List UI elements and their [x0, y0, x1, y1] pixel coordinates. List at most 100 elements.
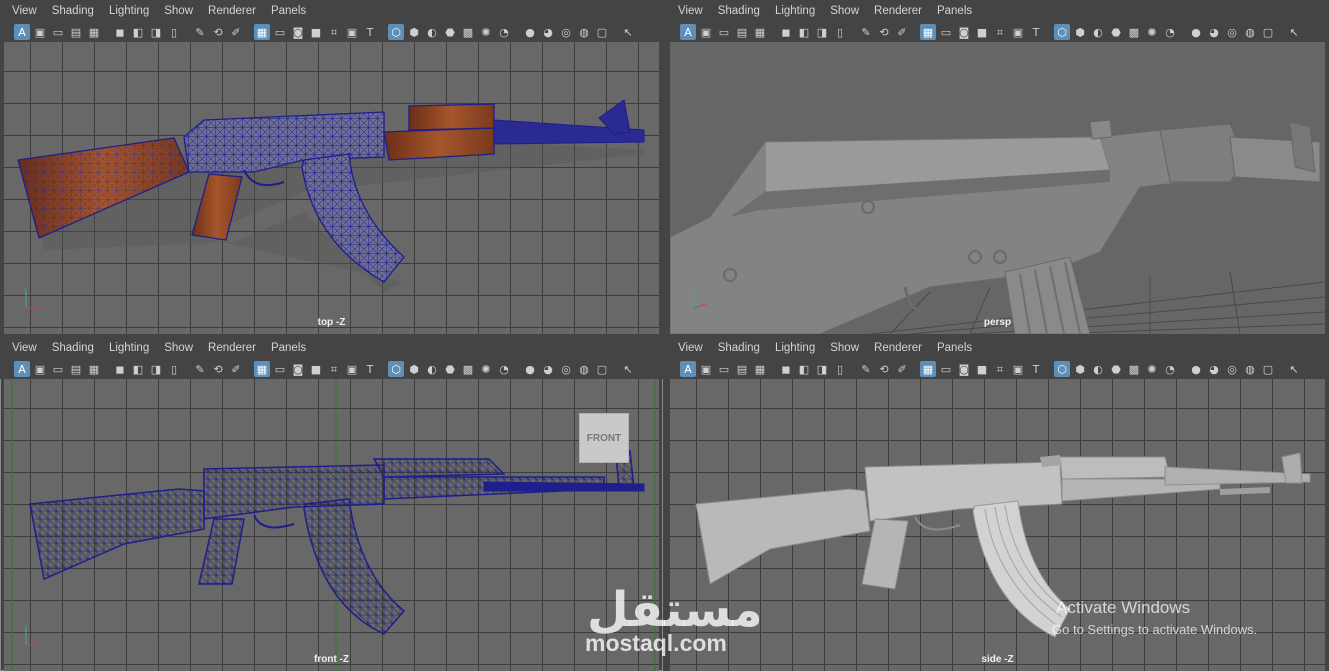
- camera-attributes-icon[interactable]: ▣: [698, 24, 714, 40]
- select-camera-icon[interactable]: A: [14, 361, 30, 377]
- wireframe-on-shaded-icon[interactable]: ⬣: [1108, 24, 1124, 40]
- bookmark-icon[interactable]: ▭: [716, 361, 732, 377]
- field-chart-icon[interactable]: ✎: [192, 361, 208, 377]
- menu-panels[interactable]: Panels: [937, 342, 972, 354]
- gate-mask-icon[interactable]: ■: [308, 361, 324, 377]
- motion-blur-icon[interactable]: ◕: [1206, 361, 1222, 377]
- gate-mask-icon[interactable]: ■: [974, 24, 990, 40]
- resolution-gate-toggle-icon[interactable]: ◙: [956, 361, 972, 377]
- wireframe-on-shaded-icon[interactable]: ⬣: [1108, 361, 1124, 377]
- safe-title-icon[interactable]: ✐: [228, 361, 244, 377]
- resolution-gate-icon[interactable]: ▯: [832, 361, 848, 377]
- menu-view[interactable]: View: [12, 5, 37, 17]
- depth-of-field-icon[interactable]: ◍: [576, 24, 592, 40]
- xray-icon[interactable]: ▩: [460, 24, 476, 40]
- default-material-icon[interactable]: ◐: [1090, 24, 1106, 40]
- safe-title-icon[interactable]: ✐: [894, 361, 910, 377]
- film-gate-toggle-icon[interactable]: ▭: [938, 361, 954, 377]
- menu-shading[interactable]: Shading: [718, 5, 760, 17]
- camera-attributes-icon[interactable]: ▣: [32, 361, 48, 377]
- smooth-shade-icon[interactable]: ⬢: [406, 361, 422, 377]
- resolution-gate-toggle-icon[interactable]: ◙: [290, 24, 306, 40]
- film-gate-icon[interactable]: ◨: [814, 361, 830, 377]
- film-gate-icon[interactable]: ◨: [148, 361, 164, 377]
- viewport-canvas[interactable]: persp: [670, 42, 1325, 334]
- ambient-occlusion-icon[interactable]: ●: [522, 361, 538, 377]
- viewport-front[interactable]: View Shading Lighting Show Renderer Pane…: [0, 337, 663, 671]
- camera-attributes-icon[interactable]: ▣: [32, 24, 48, 40]
- menu-renderer[interactable]: Renderer: [208, 342, 256, 354]
- default-material-icon[interactable]: ◐: [424, 361, 440, 377]
- menu-show[interactable]: Show: [830, 5, 859, 17]
- select-camera-icon[interactable]: A: [680, 361, 696, 377]
- gate-mask-icon[interactable]: ■: [308, 24, 324, 40]
- camera-icon[interactable]: ◼: [778, 24, 794, 40]
- pointer-icon[interactable]: ↖: [1286, 24, 1302, 40]
- lights-icon[interactable]: ✺: [478, 361, 494, 377]
- anti-aliasing-icon[interactable]: ◎: [558, 24, 574, 40]
- menu-show[interactable]: Show: [830, 342, 859, 354]
- ambient-occlusion-icon[interactable]: ●: [1188, 361, 1204, 377]
- anti-aliasing-icon[interactable]: ◎: [1224, 361, 1240, 377]
- menu-panels[interactable]: Panels: [271, 5, 306, 17]
- isolate-select-icon[interactable]: ▢: [1260, 24, 1276, 40]
- smooth-shade-icon[interactable]: ⬢: [1072, 24, 1088, 40]
- resolution-gate-icon[interactable]: ▯: [166, 24, 182, 40]
- shadows-icon[interactable]: ◔: [496, 361, 512, 377]
- pointer-icon[interactable]: ↖: [620, 361, 636, 377]
- view-cube[interactable]: FRONT: [579, 413, 629, 463]
- safe-title-toggle-icon[interactable]: T: [1028, 361, 1044, 377]
- wireframe-icon[interactable]: ⬡: [1054, 361, 1070, 377]
- safe-title-icon[interactable]: ✐: [228, 24, 244, 40]
- resolution-gate-toggle-icon[interactable]: ◙: [956, 24, 972, 40]
- menu-shading[interactable]: Shading: [52, 5, 94, 17]
- isolate-select-icon[interactable]: ▢: [1260, 361, 1276, 377]
- image-plane-icon[interactable]: ▤: [734, 361, 750, 377]
- 2d-pan-zoom-icon[interactable]: ▦: [86, 24, 102, 40]
- bookmark-icon[interactable]: ▭: [716, 24, 732, 40]
- wireframe-on-shaded-icon[interactable]: ⬣: [442, 24, 458, 40]
- image-plane-icon[interactable]: ▤: [68, 361, 84, 377]
- wireframe-icon[interactable]: ⬡: [388, 24, 404, 40]
- shadows-icon[interactable]: ◔: [1162, 361, 1178, 377]
- pointer-icon[interactable]: ↖: [620, 24, 636, 40]
- field-chart-toggle-icon[interactable]: ⌗: [326, 24, 342, 40]
- safe-action-toggle-icon[interactable]: ▣: [344, 24, 360, 40]
- menu-shading[interactable]: Shading: [52, 342, 94, 354]
- resolution-gate-icon[interactable]: ▯: [166, 361, 182, 377]
- film-gate-toggle-icon[interactable]: ▭: [272, 24, 288, 40]
- ambient-occlusion-icon[interactable]: ●: [522, 24, 538, 40]
- safe-action-icon[interactable]: ⟲: [876, 361, 892, 377]
- field-chart-toggle-icon[interactable]: ⌗: [992, 24, 1008, 40]
- image-plane-icon[interactable]: ▤: [68, 24, 84, 40]
- isolate-select-icon[interactable]: ▢: [594, 361, 610, 377]
- default-material-icon[interactable]: ◐: [424, 24, 440, 40]
- safe-action-toggle-icon[interactable]: ▣: [1010, 361, 1026, 377]
- wireframe-icon[interactable]: ⬡: [1054, 24, 1070, 40]
- menu-panels[interactable]: Panels: [937, 5, 972, 17]
- menu-lighting[interactable]: Lighting: [775, 342, 815, 354]
- safe-title-toggle-icon[interactable]: T: [362, 361, 378, 377]
- menu-view[interactable]: View: [678, 5, 703, 17]
- xray-icon[interactable]: ▩: [1126, 361, 1142, 377]
- motion-blur-icon[interactable]: ◕: [540, 24, 556, 40]
- depth-of-field-icon[interactable]: ◍: [1242, 24, 1258, 40]
- viewport-persp[interactable]: View Shading Lighting Show Renderer Pane…: [666, 0, 1329, 334]
- image-plane-icon[interactable]: ▤: [734, 24, 750, 40]
- anti-aliasing-icon[interactable]: ◎: [1224, 24, 1240, 40]
- wireframe-on-shaded-icon[interactable]: ⬣: [442, 361, 458, 377]
- viewport-top[interactable]: View Shading Lighting Show Renderer Pane…: [0, 0, 663, 334]
- grid-icon[interactable]: ▦: [920, 361, 936, 377]
- xray-icon[interactable]: ▩: [1126, 24, 1142, 40]
- default-material-icon[interactable]: ◐: [1090, 361, 1106, 377]
- select-camera-icon[interactable]: A: [14, 24, 30, 40]
- pointer-icon[interactable]: ↖: [1286, 361, 1302, 377]
- depth-of-field-icon[interactable]: ◍: [576, 361, 592, 377]
- wireframe-icon[interactable]: ⬡: [388, 361, 404, 377]
- camera-icon[interactable]: ◼: [112, 361, 128, 377]
- shadows-icon[interactable]: ◔: [496, 24, 512, 40]
- menu-shading[interactable]: Shading: [718, 342, 760, 354]
- menu-view[interactable]: View: [12, 342, 37, 354]
- xray-icon[interactable]: ▩: [460, 361, 476, 377]
- menu-lighting[interactable]: Lighting: [109, 5, 149, 17]
